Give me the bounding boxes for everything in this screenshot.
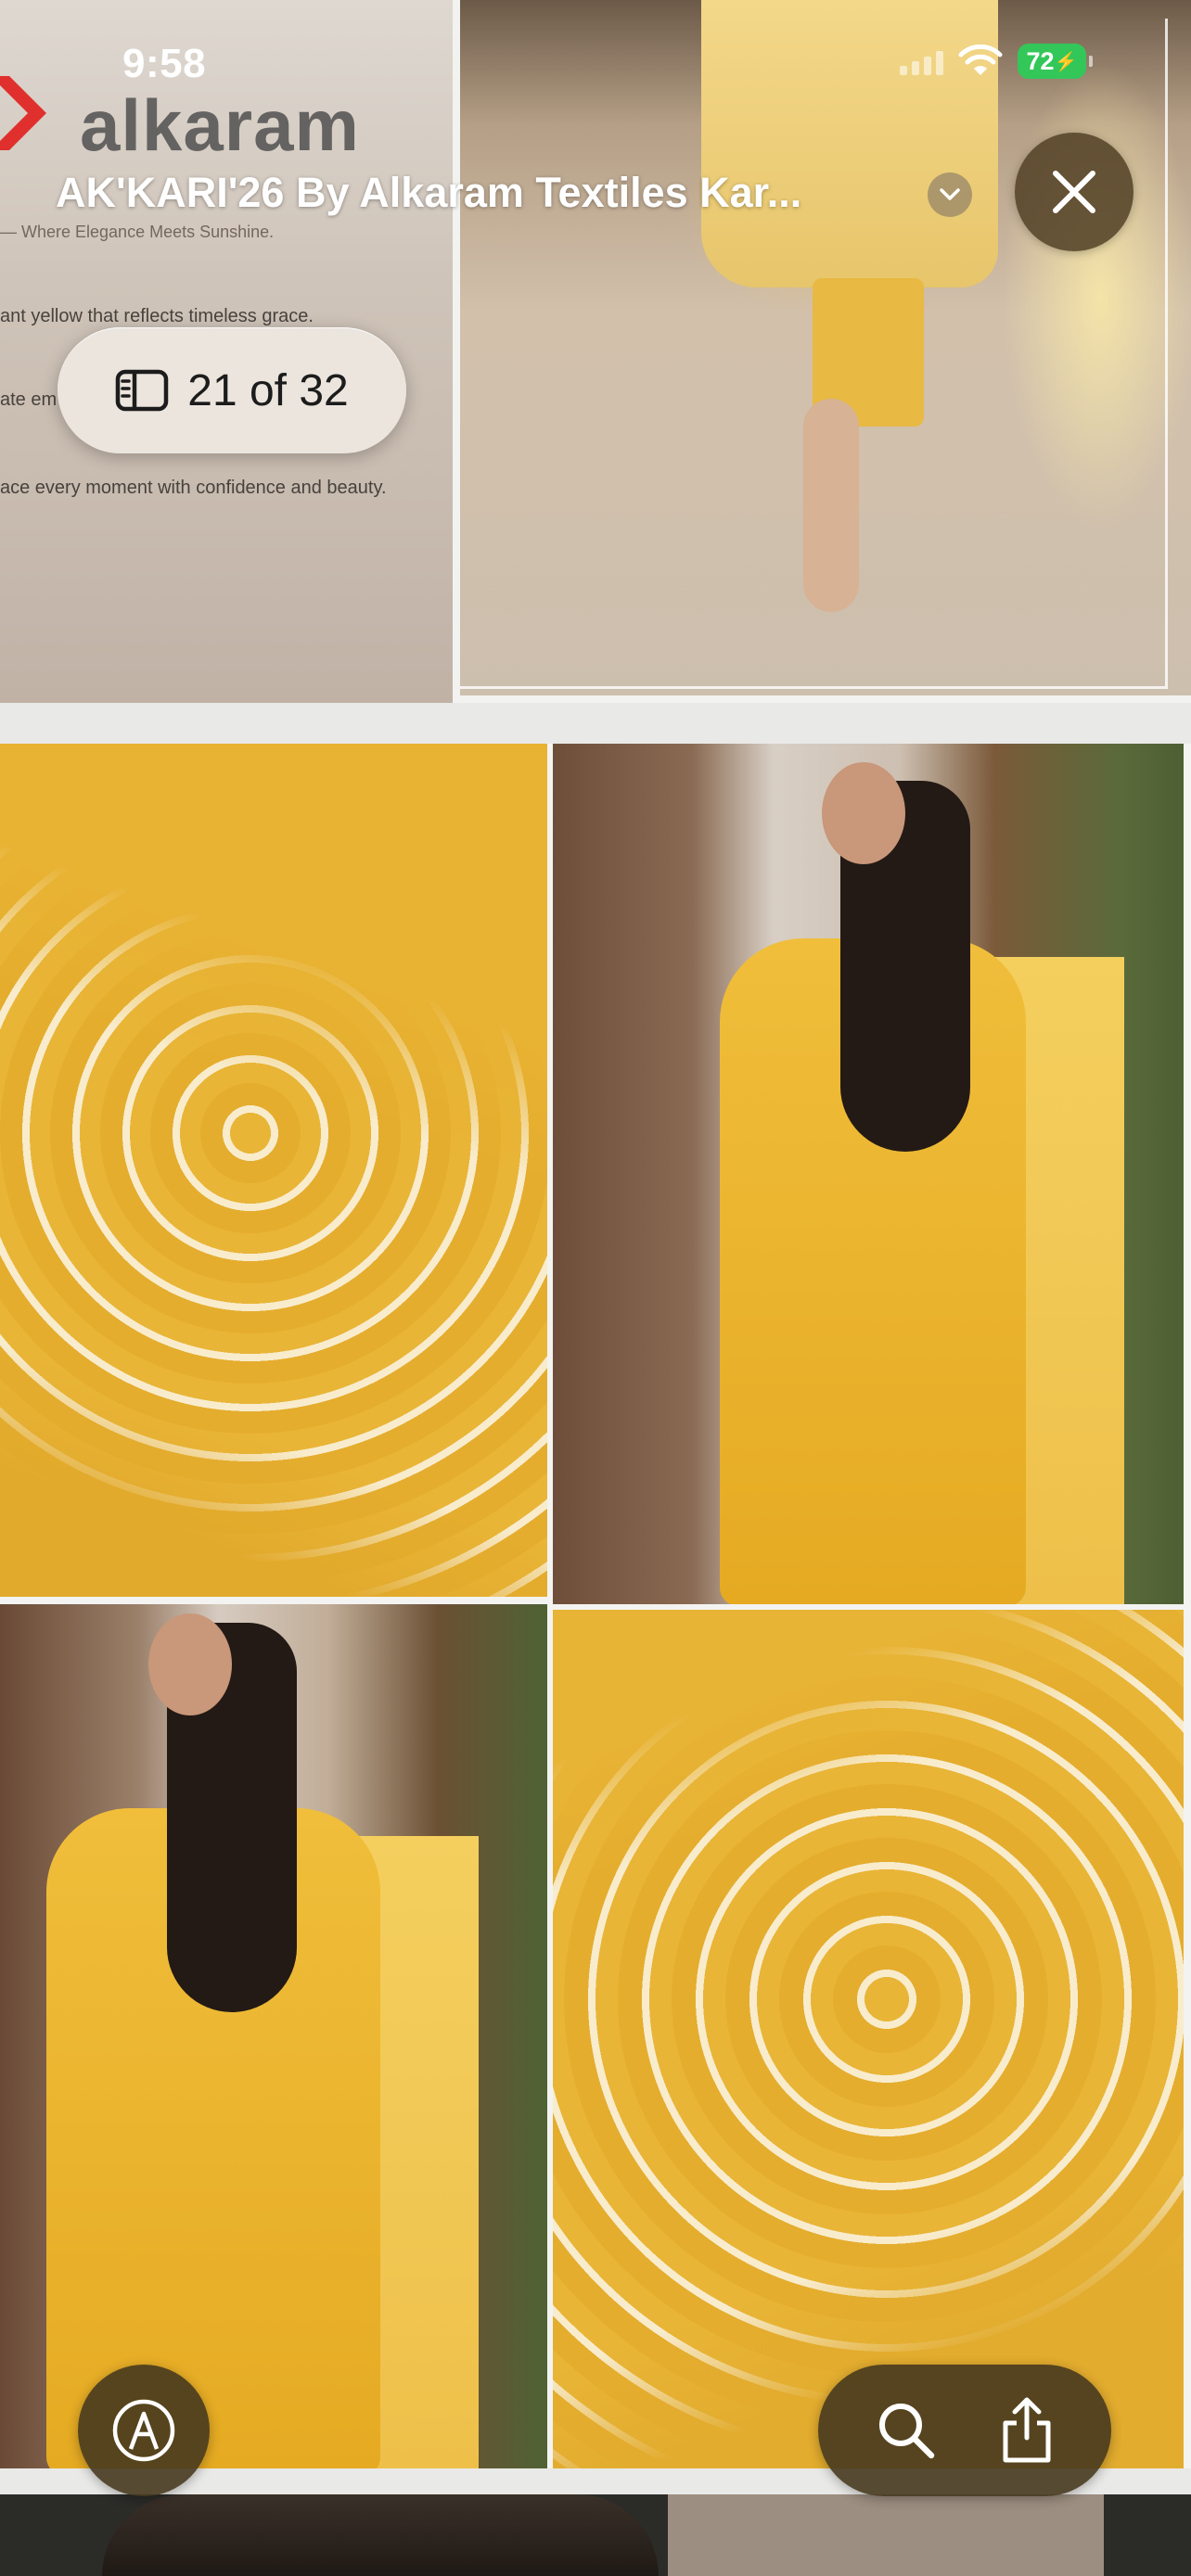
product-photo-legs: [460, 0, 1191, 695]
cellular-signal-icon: [900, 47, 943, 75]
wifi-icon: [958, 45, 1003, 75]
charging-bolt-icon: ⚡: [1054, 51, 1078, 72]
lace-sleeve-closeup-photo: [553, 1610, 1184, 2468]
next-page-photo: [102, 2494, 659, 2576]
share-icon[interactable]: [998, 2395, 1056, 2466]
document-title[interactable]: AK'KARI'26 By Alkaram Textiles Kar...: [56, 169, 801, 217]
title-menu-button[interactable]: [928, 172, 972, 217]
sidebar-icon: [116, 369, 169, 412]
model-back-view-photo: [0, 1604, 547, 2468]
current-page-collage[interactable]: [0, 744, 1191, 2468]
search-icon[interactable]: [874, 2398, 939, 2463]
next-page: [0, 2494, 1191, 2576]
chevron-down-icon: [940, 188, 960, 200]
brand-logo-text: alkaram: [80, 84, 360, 166]
flyer-text-line: ate em: [0, 389, 58, 410]
markup-pen-icon: [112, 2399, 175, 2462]
next-page-photo: [668, 2494, 1104, 2576]
status-indicators: 72 ⚡: [900, 43, 1093, 80]
photo-frame: [460, 19, 1168, 689]
flyer-text-line: ant yellow that reflects timeless grace.: [0, 306, 314, 326]
markup-button[interactable]: [78, 2365, 210, 2496]
alkaram-logo-icon: [0, 76, 46, 150]
battery-level: 72: [1026, 46, 1055, 75]
page-indicator-button[interactable]: 21 of 32: [58, 327, 406, 453]
bottom-action-bar: [818, 2365, 1111, 2496]
battery-indicator: 72 ⚡: [1018, 44, 1093, 79]
lace-sleeve-closeup-photo: [0, 744, 547, 1597]
flyer-tagline: — Where Elegance Meets Sunshine.: [0, 223, 275, 241]
page-indicator-label: 21 of 32: [187, 365, 349, 415]
model-back-view-photo: [553, 744, 1184, 1604]
status-time: 9:58: [122, 41, 207, 86]
close-button[interactable]: [1015, 133, 1133, 251]
close-icon: [1053, 171, 1095, 213]
flyer-text-line: ace every moment with confidence and bea…: [0, 478, 387, 498]
